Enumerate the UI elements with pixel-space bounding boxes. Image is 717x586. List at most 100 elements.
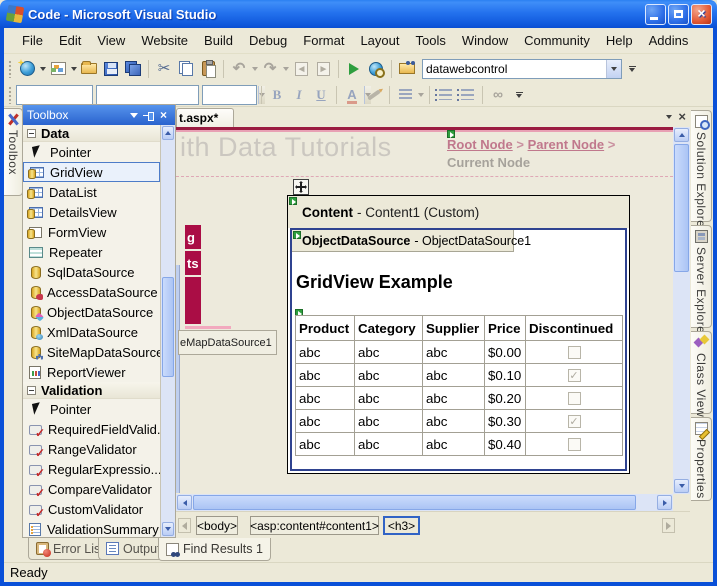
menu-debug[interactable]: Debug — [241, 30, 295, 51]
discontinued-checkbox[interactable] — [568, 438, 581, 451]
navigate-backward-button[interactable] — [290, 58, 312, 80]
toolbox-item-pointer[interactable]: Pointer — [23, 142, 160, 162]
collapse-icon[interactable] — [27, 386, 36, 395]
toolbar-grip[interactable] — [8, 60, 12, 78]
alignment-button[interactable] — [394, 84, 416, 106]
toolbox-item-pointer[interactable]: Pointer — [23, 399, 160, 419]
properties-tab[interactable]: Properties — [691, 417, 712, 501]
cell-category[interactable]: abc — [355, 341, 423, 364]
nav-menu-item[interactable]: g — [185, 225, 201, 249]
cell-price[interactable]: $0.20 — [485, 387, 526, 410]
font-color-button[interactable]: A — [341, 84, 363, 106]
tag-body[interactable]: <body> — [196, 516, 238, 535]
app-icon[interactable] — [6, 5, 25, 24]
gridview-control[interactable]: Product Category Supplier Price Disconti… — [295, 315, 623, 456]
toolbox-item-requiredfieldvalidator[interactable]: RequiredFieldValid... — [23, 419, 160, 439]
find-results-tab[interactable]: Find Results 1 — [158, 538, 271, 561]
gridview-example-heading[interactable]: GridView Example — [296, 272, 453, 293]
discontinued-checkbox[interactable]: ✓ — [568, 415, 581, 428]
design-vertical-scrollbar[interactable] — [673, 127, 690, 494]
vertical-scroll-thumb[interactable] — [162, 277, 174, 377]
find-in-files-button[interactable] — [396, 58, 418, 80]
redo-dropdown[interactable] — [281, 58, 290, 80]
cell-category[interactable]: abc — [355, 387, 423, 410]
new-website-dropdown[interactable] — [38, 58, 47, 80]
menu-website[interactable]: Website — [133, 30, 196, 51]
toolbox-item-datalist[interactable]: DataList — [23, 182, 160, 202]
column-header-product[interactable]: Product — [296, 316, 355, 341]
smart-tag-glyph[interactable] — [447, 130, 455, 138]
content-control-body[interactable]: ObjectDataSource - ObjectDataSource1 Gri… — [290, 228, 627, 471]
toolbox-section-validation[interactable]: Validation — [23, 382, 160, 399]
collapse-icon[interactable] — [27, 129, 36, 138]
column-header-discontinued[interactable]: Discontinued — [526, 316, 623, 341]
toolbox-item-regularexpressionvalidator[interactable]: RegularExpressio... — [23, 459, 160, 479]
menu-format[interactable]: Format — [295, 30, 352, 51]
menu-build[interactable]: Build — [196, 30, 241, 51]
tag-asp-content[interactable]: <asp:content#content1> — [250, 516, 379, 535]
scroll-right-button[interactable] — [657, 495, 672, 510]
paste-button[interactable] — [197, 58, 219, 80]
save-all-button[interactable] — [122, 58, 144, 80]
minimize-button[interactable] — [645, 4, 666, 25]
view-in-browser-button[interactable] — [365, 58, 387, 80]
toolbox-item-customvalidator[interactable]: CustomValidator — [23, 499, 160, 519]
toolbox-window-menu-button[interactable] — [126, 108, 141, 123]
smart-tag-glyph[interactable] — [289, 197, 297, 205]
nav-menu-item[interactable]: ts — [185, 251, 201, 275]
toolbox-item-detailsview[interactable]: DetailsView — [23, 202, 160, 222]
redo-button[interactable] — [259, 58, 281, 80]
document-close-icon[interactable]: × — [678, 109, 686, 124]
hyperlink-button[interactable] — [487, 84, 509, 106]
server-explorer-tab[interactable]: Server Explorer — [691, 225, 712, 328]
bold-button[interactable]: B — [266, 84, 288, 106]
design-horizontal-scrollbar[interactable] — [176, 494, 673, 511]
scroll-down-button[interactable] — [674, 479, 689, 493]
undo-dropdown[interactable] — [250, 58, 259, 80]
menu-tools[interactable]: Tools — [408, 30, 454, 51]
toolbar-overflow-button[interactable] — [513, 85, 525, 105]
class-view-tab[interactable]: Class View — [691, 331, 712, 414]
copy-button[interactable] — [175, 58, 197, 80]
menu-edit[interactable]: Edit — [51, 30, 89, 51]
toolbox-item-objectdatasource[interactable]: ObjectDataSource — [23, 302, 160, 322]
horizontal-scroll-thumb[interactable] — [193, 495, 636, 510]
cell-product[interactable]: abc — [296, 387, 355, 410]
sitemapdatasource-control[interactable]: eMapDataSource1 — [178, 330, 277, 355]
discontinued-checkbox[interactable] — [568, 392, 581, 405]
toolbar-overflow-button[interactable] — [626, 59, 638, 79]
add-new-item-button[interactable] — [47, 58, 69, 80]
menu-community[interactable]: Community — [516, 30, 598, 51]
undo-button[interactable] — [228, 58, 250, 80]
toolbox-scrollbar[interactable] — [160, 125, 175, 537]
tag-h3-selected[interactable]: <h3> — [383, 516, 420, 535]
cell-product[interactable]: abc — [296, 410, 355, 433]
menu-addins[interactable]: Addins — [641, 30, 697, 51]
toolbox-item-formview[interactable]: FormView — [23, 222, 160, 242]
toolbox-item-xmldatasource[interactable]: XmlDataSource — [23, 322, 160, 342]
menu-help[interactable]: Help — [598, 30, 641, 51]
start-debugging-button[interactable] — [343, 58, 365, 80]
discontinued-checkbox[interactable]: ✓ — [568, 369, 581, 382]
vertical-scroll-thumb[interactable] — [674, 144, 689, 272]
cell-category[interactable]: abc — [355, 364, 423, 387]
design-surface[interactable]: ith Data Tutorials Root Node > Parent No… — [176, 127, 673, 494]
toolbox-side-tab[interactable]: Toolbox — [4, 108, 23, 196]
add-new-item-dropdown[interactable] — [69, 58, 78, 80]
cell-supplier[interactable]: abc — [423, 364, 485, 387]
column-header-price[interactable]: Price — [485, 316, 526, 341]
underline-button[interactable]: U — [310, 84, 332, 106]
cell-supplier[interactable]: abc — [423, 433, 485, 456]
save-button[interactable] — [100, 58, 122, 80]
search-input[interactable] — [423, 62, 606, 76]
tag-navigator-previous-button[interactable] — [178, 518, 191, 533]
new-website-button[interactable] — [16, 58, 38, 80]
toolbox-pin-button[interactable] — [141, 108, 156, 123]
content-control[interactable]: Content - Content1 (Custom) ObjectDataSo… — [287, 195, 630, 474]
cell-price[interactable]: $0.00 — [485, 341, 526, 364]
cell-supplier[interactable]: abc — [423, 410, 485, 433]
toolbox-item-rangevalidator[interactable]: RangeValidator — [23, 439, 160, 459]
cell-product[interactable]: abc — [296, 341, 355, 364]
toolbox-item-gridview[interactable]: GridView — [23, 162, 160, 182]
menu-view[interactable]: View — [89, 30, 133, 51]
